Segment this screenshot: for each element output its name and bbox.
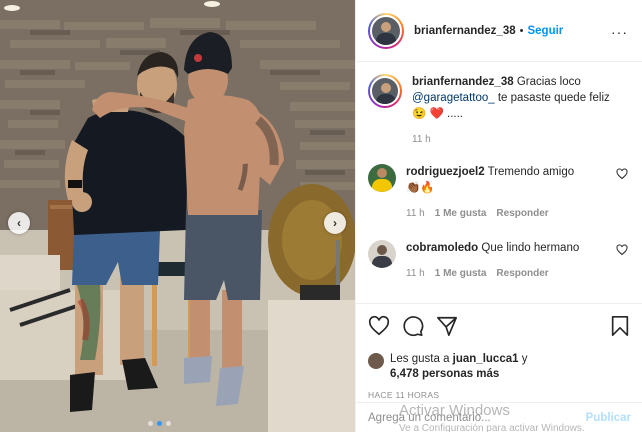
caption: brianfernandez_38 Gracias loco @garageta… (368, 74, 630, 148)
comment-likes[interactable]: 1 Me gusta (435, 266, 487, 282)
comment-like-heart-icon[interactable] (616, 244, 628, 256)
post-header: brianfernandez_38 • Seguir ··· (356, 0, 642, 62)
caption-text: Gracias loco (516, 76, 581, 88)
comment-text: Que lindo hermano (481, 242, 580, 254)
caption-avatar[interactable] (368, 74, 402, 108)
carousel-dot-active (157, 421, 162, 426)
like-heart-icon[interactable] (368, 315, 390, 337)
post-timestamp[interactable]: HACE 11 HORAS (368, 390, 631, 400)
comment-input[interactable] (368, 411, 586, 424)
comment-item: cobramoledo Que lindo hermano 11 h 1 Me … (368, 240, 630, 282)
comment-likes[interactable]: 1 Me gusta (435, 206, 487, 222)
comments-list: brianfernandez_38 Gracias loco @garageta… (356, 62, 642, 302)
liker-username[interactable]: juan_lucca1 (453, 353, 519, 365)
carousel-dot (166, 421, 171, 426)
likes-conj: y (521, 353, 528, 365)
add-comment-bar: Publicar (356, 402, 642, 432)
carousel-prev-button[interactable]: ‹ (8, 212, 30, 234)
comment-bubble-icon[interactable] (402, 315, 424, 337)
header-separator: • (519, 24, 524, 37)
post-side-panel: brianfernandez_38 • Seguir ··· brianfern… (355, 0, 642, 432)
chevron-left-icon: ‹ (17, 216, 21, 230)
share-paper-plane-icon[interactable] (436, 315, 458, 337)
caption-mention-link[interactable]: @garagetattoo_ (412, 92, 495, 104)
caption-emojis: 😉 ❤️ ..... (412, 108, 464, 120)
photo-image (0, 0, 355, 432)
caption-time[interactable]: 11 h (412, 132, 431, 148)
more-options-icon[interactable]: ··· (611, 24, 628, 40)
comment-username[interactable]: cobramoledo (406, 242, 478, 254)
comment-emojis: 👏🏾🔥 (406, 182, 435, 194)
chevron-right-icon: › (333, 216, 337, 230)
follow-button[interactable]: Seguir (527, 25, 563, 37)
carousel-next-button[interactable]: › (324, 212, 346, 234)
comment-avatar[interactable] (368, 240, 396, 268)
comment-reply-button[interactable]: Responder (496, 206, 548, 222)
comment-like-heart-icon[interactable] (616, 168, 628, 180)
comment-item: rodriguezjoel2 Tremendo amigo 👏🏾🔥 11 h 1… (368, 164, 630, 222)
comment-username[interactable]: rodriguezjoel2 (406, 166, 485, 178)
post-photo[interactable]: ‹ › (0, 0, 355, 432)
comment-reply-button[interactable]: Responder (496, 266, 548, 282)
comment-time[interactable]: 11 h (406, 266, 425, 282)
carousel-dot (148, 421, 153, 426)
comment-time[interactable]: 11 h (406, 206, 425, 222)
carousel-indicator (148, 421, 171, 426)
liker-avatar[interactable] (368, 353, 384, 369)
comment-avatar[interactable] (368, 164, 396, 192)
comment-text: Tremendo amigo (487, 166, 575, 178)
publish-button[interactable]: Publicar (586, 412, 631, 424)
caption-username[interactable]: brianfernandez_38 (412, 76, 514, 88)
save-bookmark-icon[interactable] (609, 315, 631, 337)
author-avatar[interactable] (368, 12, 404, 49)
likes-prefix: Les gusta a (390, 353, 450, 365)
caption-text-end: te pasaste quede feliz (497, 92, 610, 104)
likes-count[interactable]: 6,478 personas más (390, 368, 499, 380)
author-username[interactable]: brianfernandez_38 (414, 25, 516, 37)
post-actions: Les gusta a juan_lucca1 y 6,478 personas… (356, 303, 642, 400)
likes-summary: Les gusta a juan_lucca1 y 6,478 personas… (368, 352, 631, 382)
